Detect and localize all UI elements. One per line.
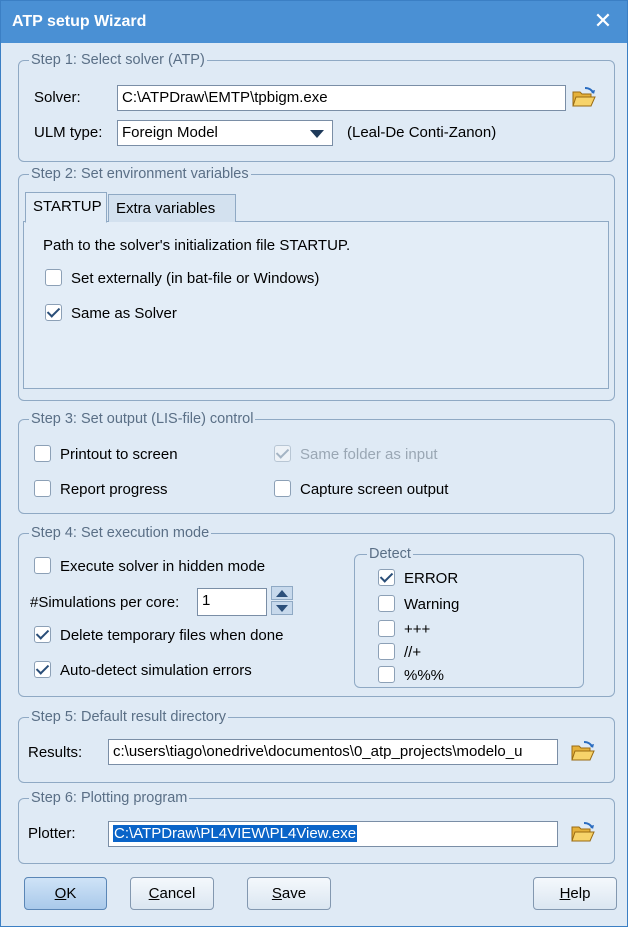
same-folder-label: Same folder as input — [300, 446, 438, 463]
results-label: Results: — [28, 744, 83, 761]
hidden-mode-label[interactable]: Execute solver in hidden mode — [60, 558, 265, 575]
simulations-per-core-spinner[interactable] — [271, 586, 293, 616]
window-title: ATP setup Wizard — [12, 13, 147, 30]
step3-legend: Step 3: Set output (LIS-file) control — [31, 411, 254, 427]
solver-path-value: C:\ATPDraw\EMTP\tpbigm.exe — [122, 89, 328, 106]
detect-error-label[interactable]: ERROR — [404, 570, 458, 587]
auto-detect-errors-checkbox[interactable] — [34, 661, 51, 678]
close-icon[interactable]: ✕ — [591, 9, 615, 33]
tab-extra-variables-label: Extra variables — [116, 200, 216, 217]
simulations-per-core-label: #Simulations per core: — [30, 594, 180, 611]
detect-slash-checkbox[interactable] — [378, 643, 395, 660]
detect-warning-label[interactable]: Warning — [404, 596, 459, 613]
save-mnemonic: S — [271, 885, 282, 902]
step5-legend: Step 5: Default result directory — [31, 709, 227, 725]
detect-legend: Detect — [369, 546, 411, 562]
set-externally-label[interactable]: Set externally (in bat-file or Windows) — [71, 270, 319, 287]
plotter-browse-button[interactable] — [570, 821, 596, 845]
detect-plus-label[interactable]: +++ — [404, 621, 430, 638]
plotter-path-input[interactable]: C:\ATPDraw\PL4VIEW\PL4View.exe — [108, 821, 558, 847]
set-externally-checkbox[interactable] — [45, 269, 62, 286]
open-folder-icon — [571, 741, 595, 761]
tab-startup-label: STARTUP — [33, 198, 102, 215]
help-button[interactable]: Help — [533, 877, 617, 910]
save-label-rest: ave — [281, 885, 307, 902]
plotter-path-value: C:\ATPDraw\PL4VIEW\PL4View.exe — [113, 825, 358, 842]
tab-startup[interactable]: STARTUP — [25, 192, 107, 223]
startup-description: Path to the solver's initialization file… — [43, 237, 351, 254]
capture-screen-output-label[interactable]: Capture screen output — [300, 481, 448, 498]
same-as-solver-checkbox[interactable] — [45, 304, 62, 321]
step4-legend: Step 4: Set execution mode — [31, 525, 210, 541]
step1-legend: Step 1: Select solver (ATP) — [31, 52, 205, 68]
ok-button[interactable]: OK — [24, 877, 107, 910]
help-mnemonic: H — [559, 885, 571, 902]
results-browse-button[interactable] — [570, 740, 596, 764]
ulm-type-label: ULM type: — [34, 124, 103, 141]
step6-legend: Step 6: Plotting program — [31, 790, 188, 806]
solver-label: Solver: — [34, 89, 81, 106]
ulm-note: (Leal-De Conti-Zanon) — [347, 124, 497, 141]
capture-screen-output-checkbox[interactable] — [274, 480, 291, 497]
spin-up-icon[interactable] — [271, 586, 293, 600]
save-button[interactable]: Save — [247, 877, 331, 910]
simulations-per-core-value: 1 — [202, 592, 211, 609]
solver-path-input[interactable]: C:\ATPDraw\EMTP\tpbigm.exe — [117, 85, 566, 111]
detect-percent-checkbox[interactable] — [378, 666, 395, 683]
detect-slash-label[interactable]: //+ — [404, 644, 421, 661]
atp-setup-wizard-dialog: ATP setup Wizard ✕ Step 1: Select solver… — [0, 0, 628, 927]
step2-legend: Step 2: Set environment variables — [31, 166, 249, 182]
detect-warning-checkbox[interactable] — [378, 595, 395, 612]
report-progress-checkbox[interactable] — [34, 480, 51, 497]
ulm-type-select[interactable]: Foreign Model — [117, 120, 333, 146]
report-progress-label[interactable]: Report progress — [60, 481, 168, 498]
auto-detect-errors-label[interactable]: Auto-detect simulation errors — [60, 662, 252, 679]
hidden-mode-checkbox[interactable] — [34, 557, 51, 574]
solver-browse-button[interactable] — [571, 86, 597, 110]
plotter-label: Plotter: — [28, 825, 76, 842]
simulations-per-core-input[interactable]: 1 — [197, 588, 267, 616]
title-bar[interactable]: ATP setup Wizard ✕ — [1, 1, 627, 43]
spin-down-icon[interactable] — [271, 601, 293, 615]
same-folder-checkbox — [274, 445, 291, 462]
ok-mnemonic: O — [54, 885, 67, 902]
help-label-rest: elp — [570, 885, 591, 902]
delete-temp-files-label[interactable]: Delete temporary files when done — [60, 627, 283, 644]
detect-plus-checkbox[interactable] — [378, 620, 395, 637]
tab-extra-variables[interactable]: Extra variables — [108, 194, 236, 222]
same-as-solver-label[interactable]: Same as Solver — [71, 305, 177, 322]
open-folder-icon — [572, 87, 596, 107]
results-directory-input[interactable]: c:\users\tiago\onedrive\documentos\0_atp… — [108, 739, 558, 765]
ok-label-rest: K — [66, 885, 77, 902]
printout-to-screen-checkbox[interactable] — [34, 445, 51, 462]
open-folder-icon — [571, 822, 595, 842]
cancel-button[interactable]: Cancel — [130, 877, 214, 910]
printout-to-screen-label[interactable]: Printout to screen — [60, 446, 178, 463]
cancel-mnemonic: C — [148, 885, 160, 902]
detect-percent-label[interactable]: %%% — [404, 667, 444, 684]
ulm-type-value: Foreign Model — [122, 124, 218, 141]
results-directory-value: c:\users\tiago\onedrive\documentos\0_atp… — [113, 743, 523, 760]
detect-error-checkbox[interactable] — [378, 569, 395, 586]
chevron-down-icon — [310, 130, 324, 138]
cancel-label-rest: ancel — [159, 885, 196, 902]
delete-temp-files-checkbox[interactable] — [34, 626, 51, 643]
